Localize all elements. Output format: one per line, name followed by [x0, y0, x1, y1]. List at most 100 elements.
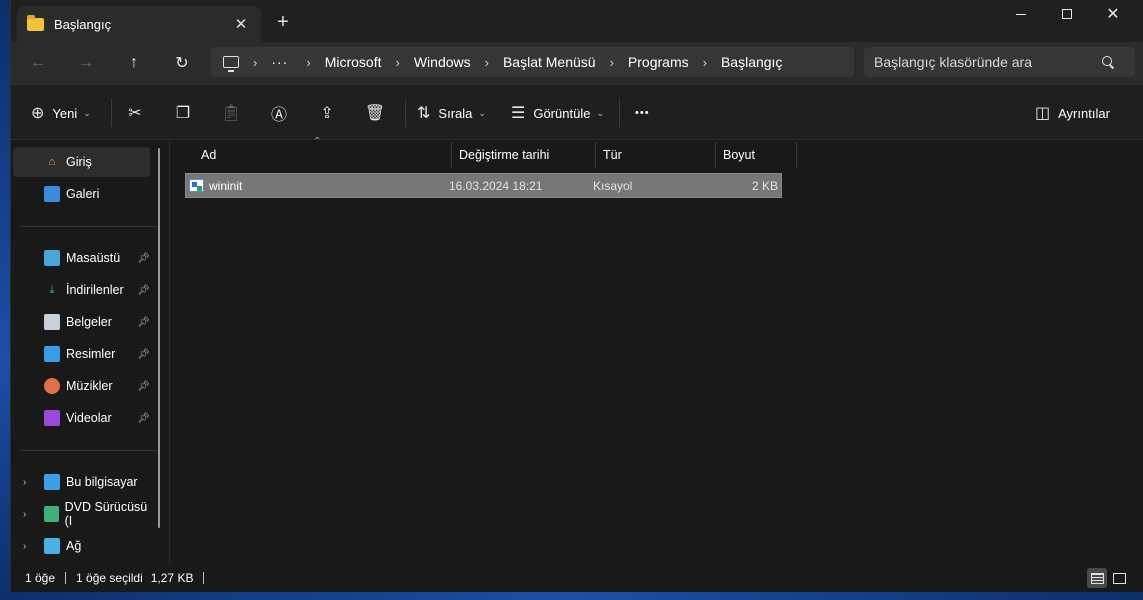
shortcut-icon: [189, 179, 204, 192]
maximize-button[interactable]: [1044, 0, 1090, 28]
chevron-right-icon[interactable]: ›: [23, 541, 26, 552]
chevron-right-icon[interactable]: ›: [23, 477, 26, 488]
new-tab-button[interactable]: +: [273, 11, 293, 33]
dvd-drive-icon: [44, 506, 59, 522]
back-button[interactable]: ←: [24, 50, 52, 76]
sort-button[interactable]: ⇅ Sırala ⌄: [417, 99, 486, 127]
clipboard-icon: 📋︎: [220, 105, 242, 122]
navigation-pane: ⌂ Giriş Galeri Masaüstü 📌︎ ⤓ İndirilenle…: [11, 140, 169, 564]
documents-icon: [44, 314, 60, 330]
sidebar-item-label: Masaüstü: [66, 251, 121, 265]
up-button[interactable]: ↑: [120, 50, 148, 76]
desktop-icon: [44, 250, 60, 266]
new-button[interactable]: ⊕ Yeni ⌄: [31, 99, 91, 127]
close-tab-icon[interactable]: ✕: [231, 14, 251, 34]
share-button[interactable]: ⇪: [313, 99, 341, 127]
music-icon: [44, 378, 60, 394]
this-pc-icon: [44, 474, 60, 490]
minimize-icon: [1016, 13, 1026, 15]
details-pane-button[interactable]: ◫ Ayrıntılar: [1035, 99, 1110, 127]
sidebar-item-home[interactable]: ⌂ Giriş: [13, 147, 150, 177]
divider: [203, 572, 205, 584]
new-label: Yeni: [52, 105, 78, 121]
column-header-type[interactable]: Tür: [596, 142, 716, 168]
tab-baslangic[interactable]: Başlangıç ✕: [17, 6, 261, 42]
table-row[interactable]: wininit 16.03.2024 18:21 Kısayol 2 KB: [185, 173, 782, 198]
file-type: Kısayol: [593, 178, 633, 193]
breadcrumb-windows[interactable]: Windows: [414, 54, 471, 70]
pin-icon[interactable]: 📌︎: [137, 253, 150, 264]
chevron-down-icon: ⌄: [478, 107, 486, 118]
search-input[interactable]: [864, 47, 1135, 77]
column-header-name[interactable]: Ad: [194, 142, 452, 168]
divider: [619, 99, 620, 127]
this-pc-icon[interactable]: [223, 56, 239, 72]
pin-icon[interactable]: 📌︎: [137, 285, 150, 296]
breadcrumb-programs[interactable]: Programs: [628, 54, 689, 70]
navigation-bar: ← → ↑ ↻ › ··· › Microsoft › Windows › Ba…: [11, 42, 1143, 84]
sidebar-item-music[interactable]: Müzikler 📌︎: [13, 371, 150, 401]
column-header-size[interactable]: Boyut: [716, 142, 797, 168]
sidebar-item-label: Resimler: [66, 347, 116, 361]
file-modified: 16.03.2024 18:21: [449, 178, 543, 193]
divider: [65, 572, 67, 584]
desktop-background: [0, 592, 1143, 600]
copy-button[interactable]: ❐: [169, 99, 197, 127]
chevron-right-icon[interactable]: ›: [23, 509, 26, 520]
sidebar-item-this-pc[interactable]: › Bu bilgisayar: [13, 467, 150, 497]
sidebar-item-label: Belgeler: [66, 315, 112, 329]
address-bar[interactable]: › ··· › Microsoft › Windows › Başlat Men…: [211, 47, 854, 77]
chevron-right-icon: ›: [253, 54, 258, 70]
chevron-right-icon: ›: [609, 54, 614, 70]
copy-icon: ❐: [175, 105, 191, 122]
view-label: Görüntüle: [533, 105, 591, 121]
sidebar-item-label: Ağ: [66, 539, 82, 553]
breadcrumb-overflow[interactable]: ···: [271, 54, 288, 70]
sidebar-item-dvd-drive[interactable]: › DVD Sürücüsü (I: [13, 499, 150, 529]
scissors-icon: ✂: [128, 105, 142, 122]
file-name: wininit: [209, 178, 243, 193]
tab-title: Başlangıç: [54, 16, 112, 32]
maximize-icon: [1062, 9, 1072, 19]
pin-icon[interactable]: 📌︎: [137, 317, 150, 328]
sidebar-item-network[interactable]: › Ağ: [13, 531, 150, 561]
sidebar-item-documents[interactable]: Belgeler 📌︎: [13, 307, 150, 337]
delete-button[interactable]: 🗑︎: [361, 99, 389, 127]
forward-button[interactable]: →: [72, 50, 100, 76]
column-header-modified[interactable]: Değiştirme tarihi: [452, 142, 596, 168]
sidebar-item-label: Giriş: [66, 155, 92, 169]
title-bar: Başlangıç ✕ + ✕: [11, 0, 1143, 42]
details-view-button[interactable]: [1087, 568, 1107, 588]
paste-button[interactable]: 📋︎: [217, 99, 245, 127]
sidebar-item-pictures[interactable]: Resimler 📌︎: [13, 339, 150, 369]
pin-icon[interactable]: 📌︎: [137, 413, 150, 424]
divider: [405, 99, 406, 127]
command-bar: ⊕ Yeni ⌄ ✂ ❐ 📋︎ Ⓐ ⇪ 🗑︎ ⇅ Sırala ⌄ ☰ Görü…: [11, 84, 1143, 140]
close-window-button[interactable]: ✕: [1090, 0, 1136, 28]
breadcrumb-baslangic[interactable]: Başlangıç: [721, 54, 782, 70]
details-view-icon: [1090, 572, 1104, 584]
file-list: ⌃ Ad Değiştirme tarihi Tür Boyut wininit…: [170, 136, 1143, 564]
cut-button[interactable]: ✂: [121, 99, 149, 127]
sidebar-item-desktop[interactable]: Masaüstü 📌︎: [13, 243, 150, 273]
close-icon: ✕: [1106, 6, 1120, 23]
divider: [21, 226, 159, 227]
file-explorer-window: Başlangıç ✕ + ✕ ← → ↑ ↻ › ··· › Microsof…: [10, 0, 1143, 600]
pin-icon[interactable]: 📌︎: [137, 349, 150, 360]
chevron-right-icon: ›: [484, 54, 489, 70]
sidebar-item-gallery[interactable]: Galeri: [13, 179, 150, 209]
sidebar-item-videos[interactable]: Videolar 📌︎: [13, 403, 150, 433]
trash-icon: 🗑︎: [364, 105, 386, 122]
refresh-button[interactable]: ↻: [168, 50, 196, 76]
breadcrumb-baslat-menusu[interactable]: Başlat Menüsü: [503, 54, 596, 70]
view-icon: ☰: [511, 105, 526, 122]
breadcrumb-microsoft[interactable]: Microsoft: [325, 54, 382, 70]
view-button[interactable]: ☰ Görüntüle ⌄: [511, 99, 604, 127]
sidebar-scrollbar[interactable]: [158, 148, 160, 528]
pin-icon[interactable]: 📌︎: [137, 381, 150, 392]
rename-button[interactable]: Ⓐ: [265, 99, 293, 127]
sidebar-item-downloads[interactable]: ⤓ İndirilenler 📌︎: [13, 275, 150, 305]
more-options-button[interactable]: •••: [635, 99, 650, 127]
minimize-button[interactable]: [998, 0, 1044, 28]
tiles-view-button[interactable]: [1109, 568, 1129, 588]
